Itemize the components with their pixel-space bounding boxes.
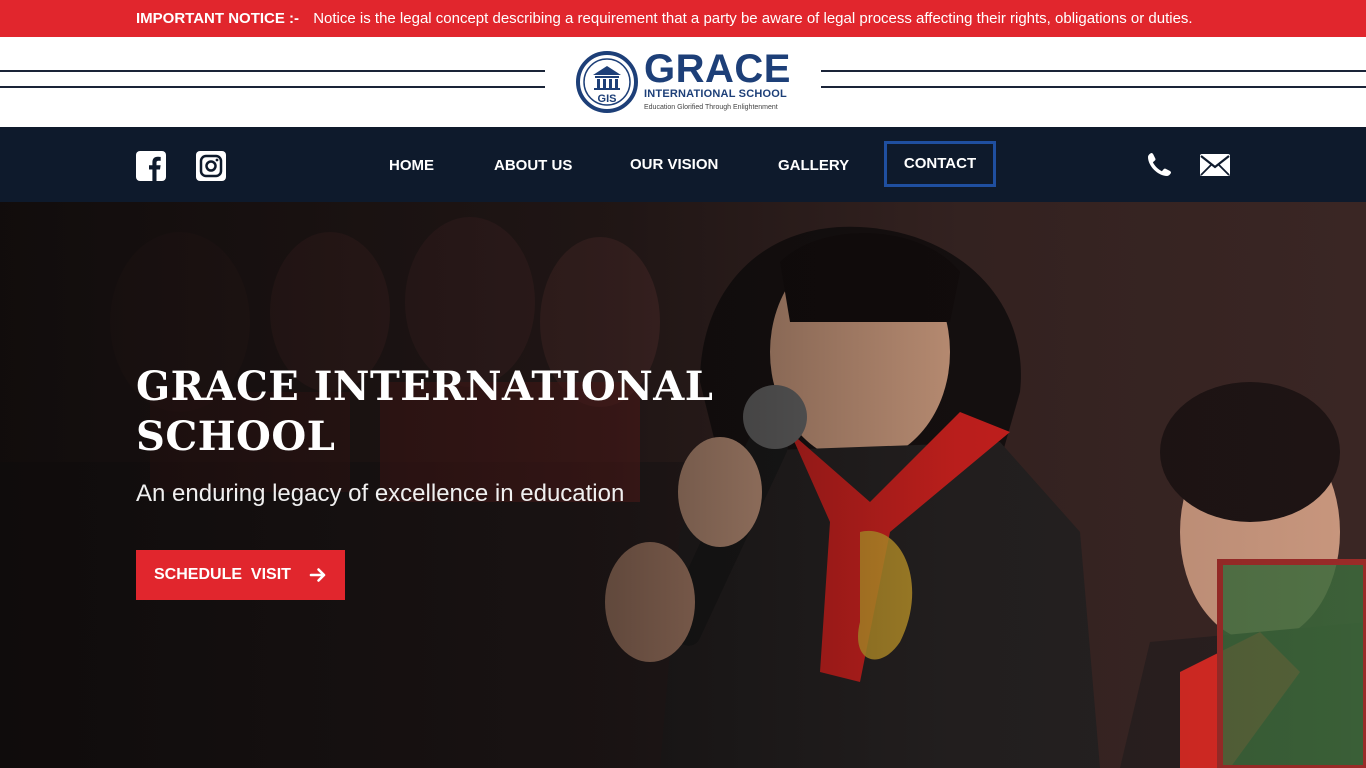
phone-icon[interactable]	[1143, 151, 1175, 179]
decorative-rule	[821, 86, 1366, 88]
nav-home[interactable]: HOME	[389, 157, 434, 174]
logo-bar: GIS GRACE INTERNATIONAL SCHOOL Education…	[0, 37, 1366, 127]
schedule-visit-button[interactable]: SCHEDULE VISIT	[136, 550, 345, 600]
hero-title: GRACE INTERNATIONAL SCHOOL	[136, 363, 714, 460]
instagram-icon[interactable]	[196, 151, 226, 181]
schedule-visit-label: SCHEDULE VISIT	[154, 566, 291, 583]
nav-our-vision[interactable]: OUR VISION	[630, 156, 718, 173]
arrow-right-icon	[309, 568, 326, 582]
notice-bar: IMPORTANT NOTICE :- Notice is the legal …	[0, 0, 1366, 37]
hero-section: GRACE INTERNATIONAL SCHOOL An enduring l…	[0, 202, 1366, 768]
facebook-icon[interactable]	[136, 151, 166, 181]
logo-tagline: Education Glorified Through Enlightenmen…	[644, 104, 778, 111]
logo-subtitle: INTERNATIONAL SCHOOL	[644, 88, 787, 100]
hero-subtitle: An enduring legacy of excellence in educ…	[136, 480, 625, 507]
decorative-rule	[0, 86, 545, 88]
notice-text: Notice is the legal concept describing a…	[313, 10, 1193, 27]
notice-label: IMPORTANT NOTICE :-	[136, 10, 300, 27]
logo-brand-text: GRACE	[644, 47, 791, 91]
nav-about-us[interactable]: ABOUT US	[494, 157, 572, 174]
svg-text:GIS: GIS	[598, 93, 617, 105]
decorative-rule	[0, 70, 545, 72]
decorative-rule	[821, 70, 1366, 72]
school-emblem-icon: GIS	[576, 51, 638, 113]
school-logo[interactable]: GIS GRACE INTERNATIONAL SCHOOL Education…	[576, 47, 796, 119]
email-icon[interactable]	[1199, 151, 1231, 179]
nav-contact[interactable]: CONTACT	[884, 141, 996, 187]
nav-gallery[interactable]: GALLERY	[778, 157, 849, 174]
main-navbar: HOME ABOUT US OUR VISION GALLERY CONTACT	[0, 127, 1366, 202]
